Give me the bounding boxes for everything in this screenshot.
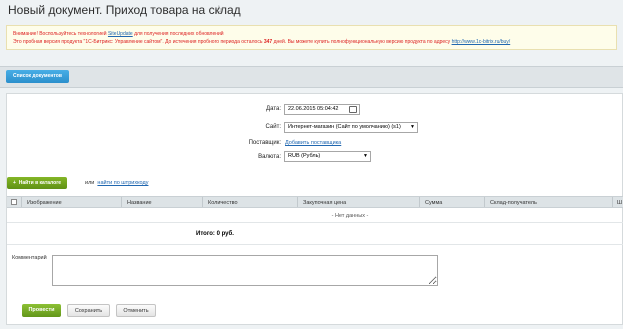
page-title: Новый документ. Приход товара на склад (8, 3, 241, 17)
date-value: 22.06.2015 05:04:42 (288, 106, 339, 112)
column-header[interactable]: Название (127, 200, 152, 206)
date-label: Дата: (266, 106, 281, 112)
barcode-row: или найти по штрихкоду (85, 180, 148, 186)
column-header[interactable]: Закупочная цена (303, 200, 346, 206)
context-toolbar (0, 66, 623, 88)
currency-value: RUB (Рубль) (288, 153, 321, 159)
supplier-label: Поставщик: (248, 140, 281, 146)
table-header: Изображение Название Количество Закупочн… (7, 196, 623, 208)
trial-warning: Внимание! Воспользуйтесь технологией Sit… (6, 25, 617, 50)
currency-select[interactable]: RUB (Рубль) ▼ (284, 151, 371, 162)
column-header[interactable]: Склад-получатель (490, 200, 537, 206)
comment-label: Комментарий (12, 255, 47, 261)
currency-label: Валюта: (258, 154, 281, 160)
find-button-label: Найти в каталоге (18, 180, 62, 186)
empty-table-message: - Нет данных - (331, 213, 369, 219)
submit-button[interactable]: Провести (22, 304, 61, 317)
save-button[interactable]: Сохранить (67, 304, 110, 317)
or-text: или (85, 180, 95, 186)
site-value: Интернет-магазин (Сайт по умолчанию) (s1… (288, 124, 401, 130)
warning-line-2: Это пробная версия продукта "1С-Битрикс:… (13, 39, 510, 45)
star-icon[interactable]: ☆ (214, 3, 224, 16)
column-divider (121, 197, 122, 207)
comment-textarea[interactable] (52, 255, 438, 286)
column-divider (612, 197, 613, 207)
warning-line-1: Внимание! Воспользуйтесь технологией Sit… (13, 31, 224, 37)
calendar-icon[interactable] (349, 106, 357, 113)
column-header[interactable]: Изображение (27, 200, 62, 206)
find-by-barcode-link[interactable]: найти по штрихкоду (97, 180, 148, 186)
chevron-down-icon: ▼ (363, 153, 368, 159)
cancel-button[interactable]: Отменить (116, 304, 156, 317)
site-label: Сайт: (265, 124, 281, 130)
chevron-down-icon: ▼ (410, 124, 415, 130)
select-all-checkbox[interactable] (11, 199, 17, 205)
plus-icon: + (13, 180, 16, 186)
column-divider (202, 197, 203, 207)
site-select[interactable]: Интернет-магазин (Сайт по умолчанию) (s1… (284, 122, 418, 133)
divider (7, 244, 623, 245)
divider (7, 222, 623, 223)
column-divider (21, 197, 22, 207)
warning-text: для получения последних обновлений (134, 31, 224, 37)
column-header[interactable]: Сумма (425, 200, 442, 206)
add-supplier-link[interactable]: Добавить поставщика (285, 140, 341, 146)
total-sum: Итого: 0 руб. (196, 231, 234, 237)
doc-list-button[interactable]: Список документов (6, 70, 69, 83)
date-field[interactable]: 22.06.2015 05:04:42 (284, 104, 360, 115)
column-header[interactable]: Количество (208, 200, 238, 206)
trial-days: 347 (263, 39, 273, 45)
trial-text: дней. Вы можете купить полнофункциональн… (273, 39, 451, 45)
buy-link[interactable]: http://www.1c-bitrix.ru/buy/ (452, 39, 511, 45)
warning-text: Внимание! Воспользуйтесь технологией (13, 31, 107, 37)
trial-text: Это пробная версия продукта "1С-Битрикс:… (13, 39, 263, 45)
column-header[interactable]: Ш (617, 200, 622, 206)
siteupdate-link[interactable]: SiteUpdate (108, 31, 133, 37)
column-divider (419, 197, 420, 207)
column-divider (297, 197, 298, 207)
column-divider (484, 197, 485, 207)
find-in-catalog-button[interactable]: + Найти в каталоге (7, 177, 68, 189)
